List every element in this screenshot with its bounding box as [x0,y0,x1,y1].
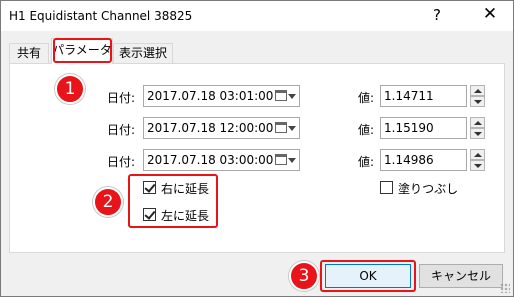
spin-up-icon[interactable] [470,85,485,96]
dropdown-arrow-icon [288,158,296,163]
tab-shared[interactable]: 共有 [9,43,49,63]
tab-display-selection[interactable]: 表示選択 [113,43,173,63]
fill-checkbox[interactable]: 塗りつぶし [380,180,460,196]
cancel-button[interactable]: キャンセル [419,264,503,288]
step-marker-2: 2 [93,187,123,217]
dropdown-arrow-icon [288,126,296,131]
spin-down-icon[interactable] [470,160,485,171]
date-value-1: 2017.07.18 03:01:00 [147,89,274,103]
step-marker-1: 1 [55,74,85,104]
spin-down-icon[interactable] [470,96,485,107]
value-field-3[interactable]: 1.14986 [380,149,467,171]
window-title: H1 Equidistant Channel 38825 [9,9,193,23]
calendar-dropdown-button-3[interactable] [273,152,297,168]
value-text-2: 1.15190 [384,121,434,135]
fill-label: 塗りつぶし [398,182,459,196]
date-picker-3[interactable]: 2017.07.18 03:00:00 [143,149,300,171]
date-picker-2[interactable]: 2017.07.18 12:00:00 [143,117,300,139]
close-icon[interactable]: ✕ [479,4,501,24]
checkbox-highlight-box [128,174,218,228]
value-text-1: 1.14711 [384,89,434,103]
calendar-icon [275,122,287,133]
help-icon[interactable]: ? [428,6,446,24]
value-label-3: 値: [358,155,375,169]
step-marker-3: 3 [289,261,319,291]
date-label-2: 日付: [107,123,136,137]
calendar-dropdown-button-2[interactable] [273,120,297,136]
value-label-1: 値: [358,91,375,105]
value-text-3: 1.14986 [384,153,434,167]
spin-up-icon[interactable] [470,117,485,128]
calendar-icon [275,154,287,165]
spin-up-icon[interactable] [470,149,485,160]
dialog-window: H1 Equidistant Channel 38825 ? ✕ 共有 パラメー… [0,0,514,297]
size-grip-icon[interactable] [500,283,510,293]
tab-highlight-box [53,38,112,63]
value-label-2: 値: [358,123,375,137]
date-label-3: 日付: [107,155,136,169]
ok-highlight-box [320,260,416,292]
date-value-3: 2017.07.18 03:00:00 [147,153,274,167]
date-picker-1[interactable]: 2017.07.18 03:01:00 [143,85,300,107]
calendar-dropdown-button-1[interactable] [273,88,297,104]
date-label-1: 日付: [107,91,136,105]
title-bar: H1 Equidistant Channel 38825 ? ✕ [1,1,513,31]
fill-checkbox-box[interactable] [380,181,393,194]
value-field-1[interactable]: 1.14711 [380,85,467,107]
value-field-2[interactable]: 1.15190 [380,117,467,139]
calendar-icon [275,90,287,101]
spin-down-icon[interactable] [470,128,485,139]
dropdown-arrow-icon [288,94,296,99]
value-stepper-3[interactable] [470,149,485,171]
value-stepper-2[interactable] [470,117,485,139]
value-stepper-1[interactable] [470,85,485,107]
date-value-2: 2017.07.18 12:00:00 [147,121,274,135]
